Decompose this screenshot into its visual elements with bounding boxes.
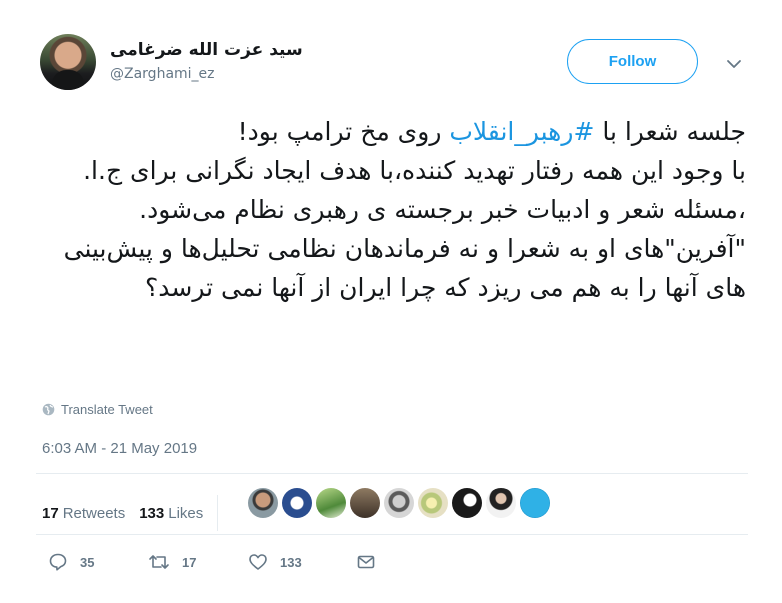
liker-avatar[interactable] [452,488,482,518]
retweets-count: 17 [42,504,59,522]
retweets-label: Retweets [62,504,126,522]
avatar[interactable] [40,34,96,90]
liker-avatar[interactable] [418,488,448,518]
tweet-first-line: جلسه شعرا با #رهبر_انقلاب روی مخ ترامپ ب… [36,112,746,151]
divider-bottom [36,534,748,535]
translate-tweet-link[interactable]: Translate Tweet [42,402,153,417]
timestamp[interactable]: 6:03 AM - 21 May 2019 [42,440,197,457]
retweet-count: 17 [182,554,197,570]
heart-icon [249,554,267,570]
engagement-stats: 17 Retweets 133 Likes [42,495,228,531]
divider-top [36,473,748,474]
like-count: 133 [280,554,302,570]
likes-label: Likes [168,504,204,522]
tweet-text-trail: روی مخ ترامپ بود! [237,117,450,146]
translate-label: Translate Tweet [61,402,153,417]
tweet-text: جلسه شعرا با #رهبر_انقلاب روی مخ ترامپ ب… [36,112,746,307]
tweet-body: با وجود این همه رفتار تهدید کننده،با هدف… [63,156,746,302]
author-handle[interactable]: @Zarghami_ez [110,66,215,82]
envelope-icon [357,555,375,569]
liker-avatar[interactable] [520,488,550,518]
retweet-icon [149,555,169,569]
likes-count: 133 [139,504,165,522]
liker-avatar[interactable] [316,488,346,518]
liker-avatar[interactable] [248,488,278,518]
direct-message-action[interactable] [356,552,376,572]
retweet-action[interactable]: 17 [148,552,248,572]
likes-stat[interactable]: 133 Likes [139,505,203,522]
author-name[interactable]: سید عزت الله ضرغامی [110,40,303,60]
liker-avatars [248,488,550,518]
liker-avatar[interactable] [282,488,312,518]
stats-separator [217,495,219,531]
liker-avatar[interactable] [384,488,414,518]
liker-avatar[interactable] [486,488,516,518]
reply-icon [49,553,67,571]
globe-icon [42,403,55,416]
reply-count: 35 [80,554,95,570]
liker-avatar[interactable] [350,488,380,518]
tweet-text-lead: جلسه شعرا با [594,117,746,146]
tweet-header: سید عزت الله ضرغامی @Zarghami_ez Follow [40,34,760,96]
action-bar: 35 17 133 [48,552,376,572]
chevron-down-icon[interactable] [724,54,744,74]
like-action[interactable]: 133 [248,552,356,572]
hashtag-link[interactable]: #رهبر_انقلاب [449,117,594,146]
retweets-stat[interactable]: 17 Retweets [42,505,125,522]
follow-button[interactable]: Follow [567,39,698,84]
reply-action[interactable]: 35 [48,552,148,572]
